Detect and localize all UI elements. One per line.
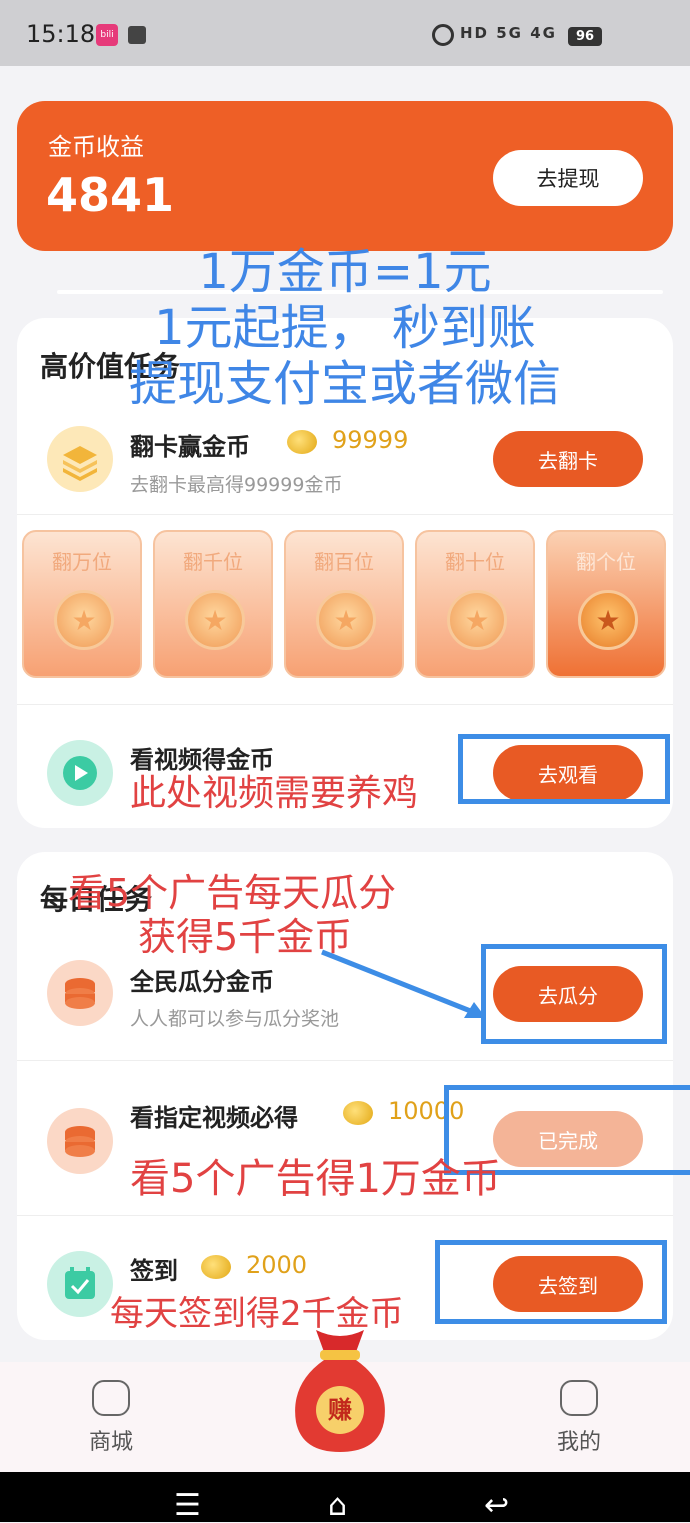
battery-indicator: 96 — [568, 27, 602, 46]
ad-annotation: 看5个广告得1万金币 — [130, 1156, 501, 1202]
play-icon — [47, 740, 113, 806]
flip-task-reward: 99999 — [332, 426, 409, 454]
share-task-title: 全民瓜分金币 — [130, 968, 274, 996]
coin-icon — [201, 1255, 231, 1279]
coin-icon — [287, 430, 317, 454]
alarm-icon — [432, 24, 454, 46]
flip-card-shi[interactable]: 翻十位 ★ — [415, 530, 535, 678]
divider — [17, 1060, 673, 1061]
video-annotation: 此处视频需要养鸡 — [130, 773, 419, 814]
signin-task-title: 签到 — [130, 1257, 178, 1285]
flip-task-title: 翻卡赢金币 — [130, 433, 250, 461]
divider — [17, 704, 673, 705]
flip-card-bai[interactable]: 翻百位 ★ — [284, 530, 404, 678]
status-time: 15:18 — [26, 20, 96, 48]
calendar-check-icon — [47, 1251, 113, 1317]
earn-label: 赚 — [316, 1386, 364, 1434]
flip-task-subtitle: 去翻卡最高得99999金币 — [130, 474, 343, 496]
network-indicator: HD 5G 4G — [460, 24, 557, 42]
coin-stack-icon — [47, 1108, 113, 1174]
annotation-box — [435, 1240, 667, 1324]
flip-card-wan[interactable]: 翻万位 ★ — [22, 530, 142, 678]
star-coin-icon: ★ — [578, 590, 638, 650]
divider — [17, 514, 673, 515]
bilibili-icon: bili — [96, 24, 118, 46]
withdraw-button[interactable]: 去提现 — [493, 150, 643, 206]
stack-coins-icon — [47, 426, 113, 492]
share-task-subtitle: 人人都可以参与瓜分奖池 — [130, 1008, 340, 1030]
star-coin-icon: ★ — [54, 590, 114, 650]
ad-task-title: 看指定视频必得 — [130, 1104, 298, 1132]
signin-task-reward: 2000 — [246, 1251, 308, 1279]
annotation-arrow — [321, 949, 486, 1018]
tab-earn[interactable]: 赚 — [286, 1322, 394, 1454]
coin-stack-icon — [47, 960, 113, 1026]
overlay-line-1: 1万金币=1元 — [198, 244, 492, 300]
profile-icon — [560, 1380, 598, 1416]
back-icon[interactable]: ↩ — [484, 1488, 509, 1523]
notification-icon — [128, 26, 146, 44]
flip-card-qian[interactable]: 翻千位 ★ — [153, 530, 273, 678]
flip-card-button[interactable]: 去翻卡 — [493, 431, 643, 487]
coin-income-title: 金币收益 — [48, 133, 144, 161]
overlay-line-3: 提现支付宝或者微信 — [128, 356, 561, 412]
tab-mall[interactable]: 商城 — [86, 1380, 136, 1460]
tab-mine[interactable]: 我的 — [552, 1380, 606, 1460]
divider — [17, 1215, 673, 1216]
overlay-line-2: 1元起提， 秒到账 — [154, 300, 536, 356]
annotation-box — [458, 734, 670, 804]
coin-income-value: 4841 — [46, 168, 175, 222]
annotation-box — [481, 944, 667, 1044]
star-coin-icon: ★ — [316, 590, 376, 650]
star-coin-icon: ★ — [185, 590, 245, 650]
coin-icon — [343, 1101, 373, 1125]
home-icon — [92, 1380, 130, 1416]
home-nav-icon[interactable]: ⌂ — [328, 1488, 347, 1523]
flip-card-ge[interactable]: 翻个位 ★ — [546, 530, 666, 678]
star-coin-icon: ★ — [447, 590, 507, 650]
menu-icon[interactable]: ☰ — [174, 1488, 201, 1523]
